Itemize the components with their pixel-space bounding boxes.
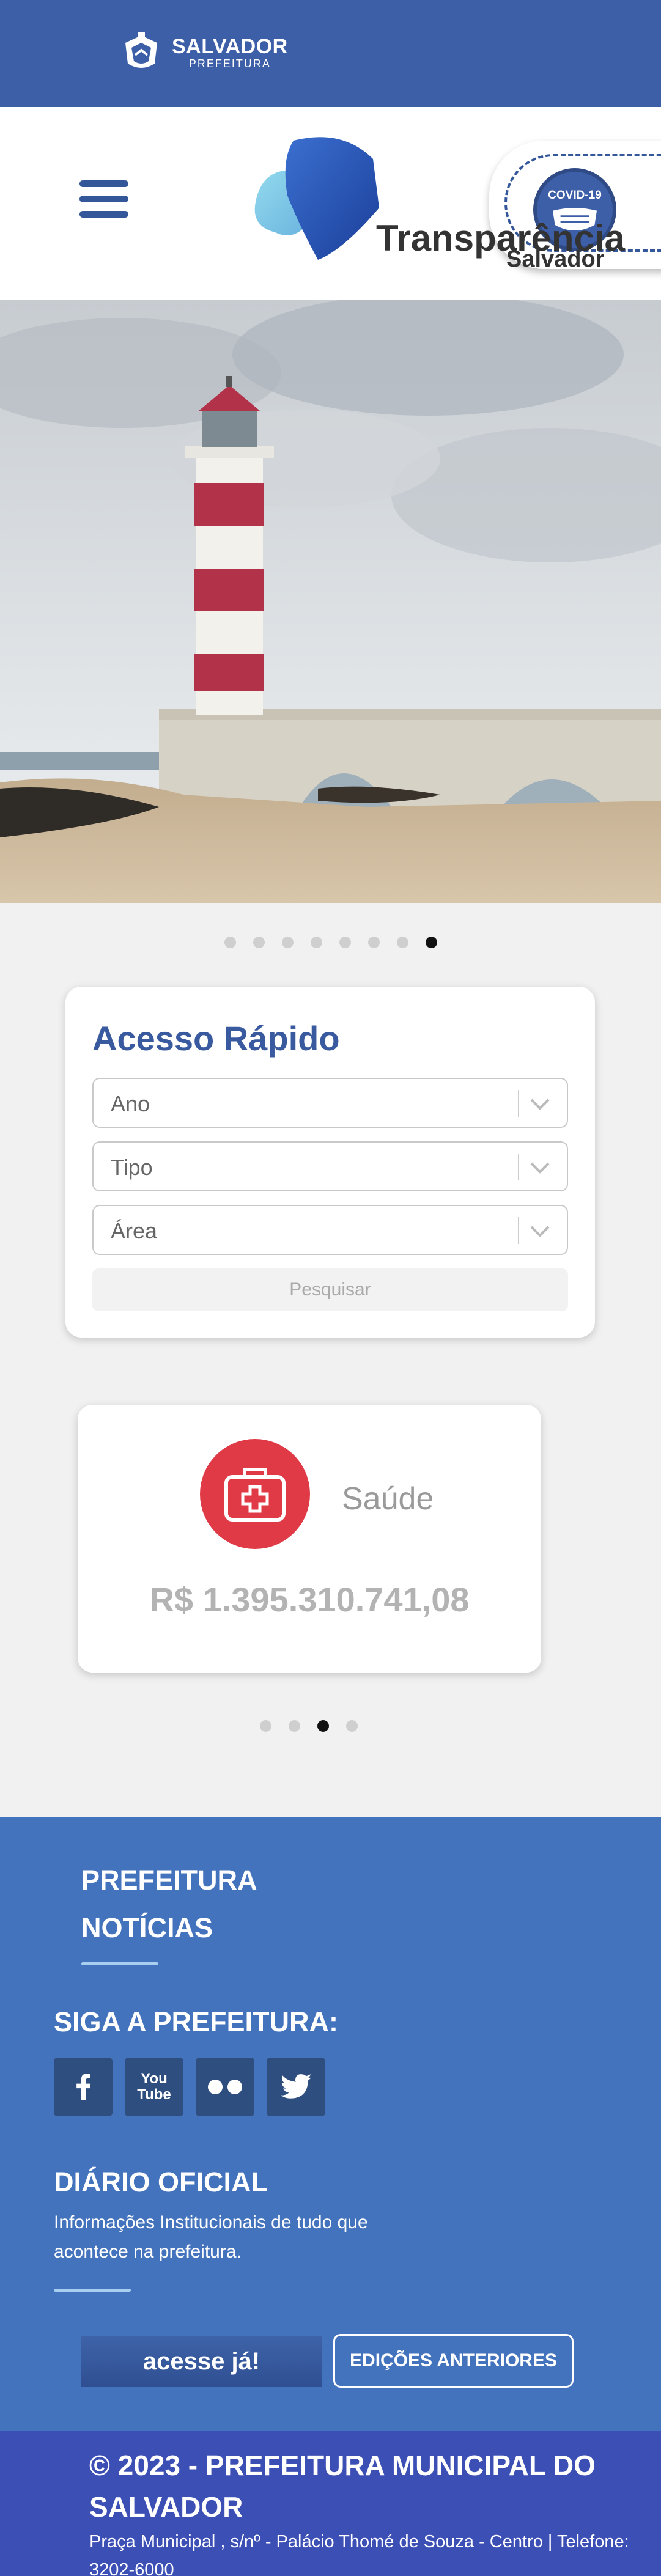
menu-button[interactable] — [79, 180, 128, 218]
chevron-down-icon — [530, 1226, 550, 1237]
top-bar: SALVADOR PREFEITURA — [0, 0, 661, 107]
bottom-bar: © 2023 - PREFEITURA MUNICIPAL DO SALVADO… — [0, 2431, 661, 2576]
carousel-dot[interactable] — [346, 1720, 358, 1732]
diario-description: Informações Institucionais de tudo que a… — [54, 2212, 368, 2262]
carousel-dot[interactable] — [282, 937, 294, 948]
facebook-icon[interactable] — [54, 2058, 113, 2116]
diario-heading: DIÁRIO OFICIAL — [54, 2166, 268, 2198]
footer-link-prefeitura[interactable]: PREFEITURA — [81, 1864, 257, 1896]
address: Praça Municipal , s/nº - Palácio Thomé d… — [89, 2532, 629, 2576]
select-area[interactable]: Área — [92, 1205, 568, 1255]
footer: PREFEITURA NOTÍCIAS SIGA A PREFEITURA: Y… — [0, 1817, 661, 2431]
select-label: Ano — [111, 1091, 150, 1116]
carousel-dot[interactable] — [368, 937, 380, 948]
copyright: © 2023 - PREFEITURA MUNICIPAL DO SALVADO… — [89, 2449, 596, 2523]
carousel-dot[interactable] — [339, 937, 351, 948]
city-crest-icon — [125, 32, 157, 68]
carousel-dot[interactable] — [253, 937, 265, 948]
footer-divider — [54, 2289, 131, 2292]
carousel-dot[interactable] — [224, 937, 236, 948]
carousel-dot[interactable] — [260, 1720, 271, 1732]
carousel-dot[interactable] — [426, 937, 437, 948]
spending-card[interactable]: Saúde R$ 1.395.310.741,08 — [78, 1405, 541, 1673]
quick-access-title: Acesso Rápido — [92, 1019, 340, 1058]
covid-label: COVID-19 — [548, 189, 602, 202]
youtube-icon[interactable]: You Tube — [125, 2058, 183, 2116]
select-ano[interactable]: Ano — [92, 1078, 568, 1128]
brand-sub: Salvador — [506, 246, 605, 272]
select-tipo[interactable]: Tipo — [92, 1141, 568, 1191]
select-label: Área — [111, 1218, 158, 1243]
spending-label: Saúde — [342, 1481, 434, 1517]
hamburger-icon — [79, 180, 128, 187]
carousel-dot[interactable] — [289, 1720, 300, 1732]
search-button[interactable]: Pesquisar — [92, 1268, 568, 1311]
carousel-dot[interactable] — [397, 937, 408, 948]
select-label: Tipo — [111, 1155, 153, 1180]
twitter-icon[interactable] — [267, 2058, 325, 2116]
edicoes-anteriores-button[interactable]: EDIÇÕES ANTERIORES — [333, 2334, 574, 2388]
spending-value: R$ 1.395.310.741,08 — [149, 1580, 470, 1619]
quick-access-panel: Acesso Rápido Ano Tipo Área Pesquisar — [65, 987, 595, 1338]
acesse-button[interactable]: acesse já! — [81, 2336, 322, 2387]
logo-subtitle: PREFEITURA — [188, 57, 271, 70]
first-aid-kit-icon — [200, 1439, 310, 1549]
flickr-icon[interactable] — [196, 2058, 254, 2116]
carousel-dot[interactable] — [311, 937, 322, 948]
prefeitura-logo[interactable]: SALVADOR PREFEITURA — [119, 31, 288, 75]
carousel-dot[interactable] — [317, 1720, 329, 1732]
footer-link-noticias[interactable]: NOTÍCIAS — [81, 1912, 213, 1944]
chevron-down-icon — [530, 1098, 550, 1110]
footer-divider — [81, 1962, 158, 1965]
hero-carousel-dots — [224, 937, 437, 948]
card-carousel-dots — [260, 1720, 358, 1732]
social-heading: SIGA A PREFEITURA: — [54, 2006, 339, 2037]
logo-title: SALVADOR — [172, 35, 288, 58]
hero-lighthouse-image — [0, 300, 661, 903]
lighthouse-illustration — [0, 300, 661, 903]
header: COVID-19 Transparência Salvador — [0, 107, 661, 300]
chevron-down-icon — [530, 1162, 550, 1174]
